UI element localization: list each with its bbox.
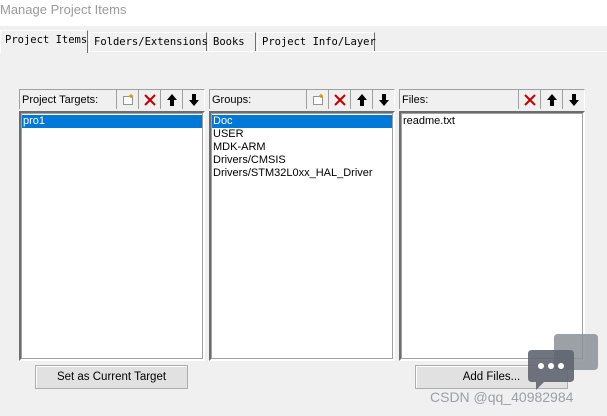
tab-project-info-layer[interactable]: Project Info/Layer [257,32,376,52]
new-item-icon [122,93,133,105]
tab-project-items[interactable]: Project Items [0,30,88,53]
tab-folders-extensions[interactable]: Folders/Extensions [89,32,208,52]
list-item[interactable]: pro1 [22,115,202,128]
window-title: Manage Project Items [0,2,127,17]
project-targets-header: Project Targets: [19,89,205,109]
groups-group: Groups: Doc USER MDK-ARM Drivers/CMSIS D… [209,89,395,361]
watermark-text: CSDN @qq_40982984 [430,389,574,405]
delete-icon [523,93,536,106]
list-item[interactable]: readme.txt [402,115,582,128]
move-up-icon [166,93,177,106]
move-target-up-button[interactable] [160,90,182,109]
files-toolbar [518,90,584,110]
set-as-current-target-button[interactable]: Set as Current Target [35,365,188,389]
files-header: Files: [399,89,585,109]
files-list[interactable]: readme.txt [399,111,585,361]
groups-label: Groups: [212,94,252,106]
delete-file-button[interactable] [518,90,540,109]
delete-icon [143,93,156,106]
move-up-icon [356,93,367,106]
tab-strip: Project Items Folders/Extensions Books P… [0,30,607,53]
files-group: Files: readme.txt [399,89,585,361]
project-targets-group: Project Targets: pro1 [19,89,205,361]
new-item-icon [312,93,323,105]
project-targets-list[interactable]: pro1 [19,111,205,361]
delete-group-button[interactable] [328,90,350,109]
move-file-up-button[interactable] [540,90,562,109]
list-item[interactable]: Drivers/STM32L0xx_HAL_Driver [212,167,392,180]
chat-bubble-icon [528,334,598,390]
move-up-icon [546,93,557,106]
move-down-icon [568,93,579,106]
list-item[interactable]: USER [212,128,392,141]
move-group-down-button[interactable] [372,90,394,109]
move-down-icon [378,93,389,106]
list-item[interactable]: Drivers/CMSIS [212,154,392,167]
project-targets-toolbar [116,90,204,110]
list-item[interactable]: MDK-ARM [212,141,392,154]
move-target-down-button[interactable] [182,90,204,109]
groups-list[interactable]: Doc USER MDK-ARM Drivers/CMSIS Drivers/S… [209,111,395,361]
delete-icon [333,93,346,106]
groups-toolbar [306,90,394,110]
new-group-button[interactable] [306,90,328,109]
move-group-up-button[interactable] [350,90,372,109]
delete-target-button[interactable] [138,90,160,109]
title-bar: Manage Project Items [0,0,607,26]
files-label: Files: [402,94,429,106]
move-file-down-button[interactable] [562,90,584,109]
tab-books[interactable]: Books [208,32,256,52]
move-down-icon [188,93,199,106]
groups-header: Groups: [209,89,395,109]
list-item[interactable]: Doc [212,115,392,128]
new-target-button[interactable] [116,90,138,109]
project-targets-label: Project Targets: [22,94,99,106]
